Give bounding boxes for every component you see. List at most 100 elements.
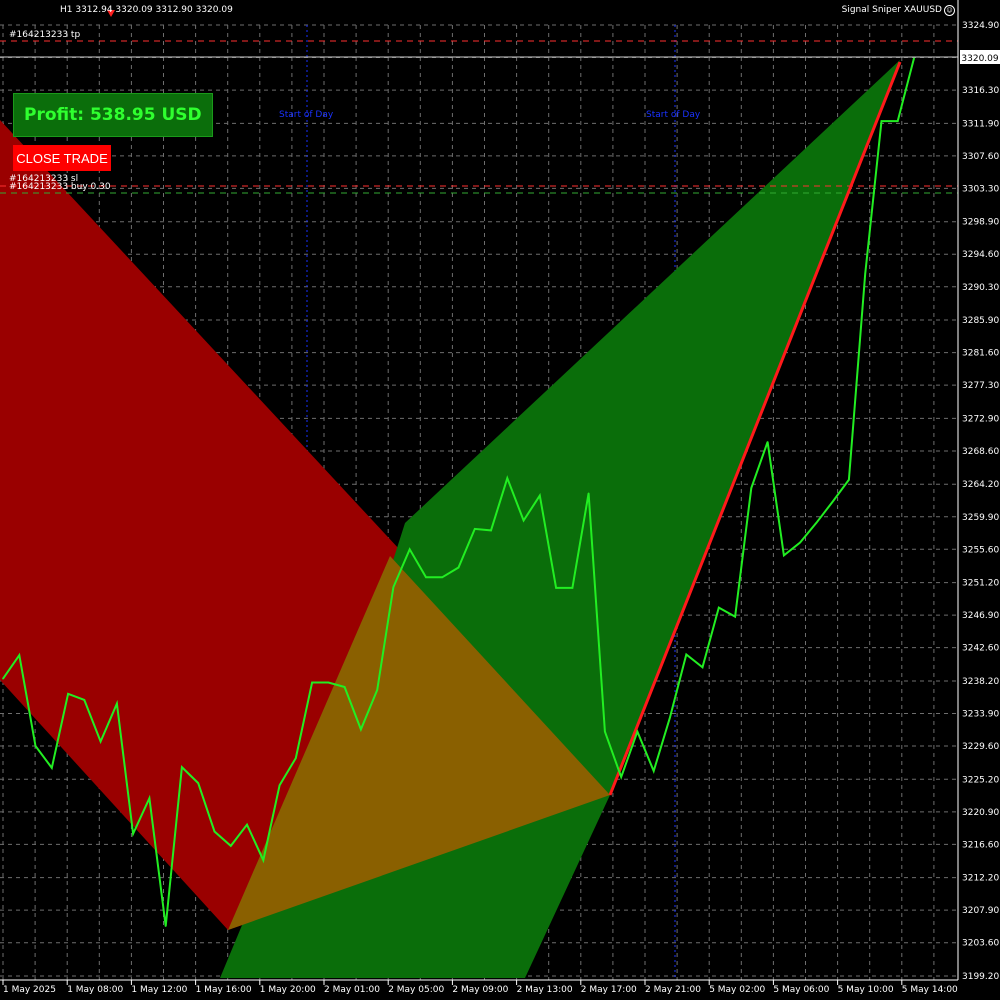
price-point bbox=[473, 528, 476, 530]
price-point bbox=[116, 702, 118, 705]
price-point bbox=[783, 554, 785, 557]
x-tick-label: 5 May 02:00 bbox=[709, 985, 765, 995]
y-tick-label: 3212.20 bbox=[962, 874, 999, 884]
y-tick-label: 3311.90 bbox=[962, 119, 999, 129]
price-point bbox=[441, 576, 444, 579]
price-point bbox=[750, 487, 753, 489]
y-tick-label: 3207.90 bbox=[962, 906, 999, 916]
start-of-day-label: Start of Day bbox=[279, 110, 334, 120]
y-tick-label: 3285.90 bbox=[962, 316, 999, 326]
x-tick-label: 1 May 08:00 bbox=[67, 985, 123, 995]
price-point bbox=[229, 845, 232, 847]
smiley-icon: ☺ bbox=[944, 5, 955, 16]
price-point bbox=[213, 830, 216, 833]
price-point bbox=[83, 699, 86, 701]
start-of-day-label: Start of Day bbox=[646, 110, 701, 120]
price-point bbox=[376, 689, 378, 691]
y-tick-label: 3216.60 bbox=[962, 840, 999, 850]
y-tick-label: 3298.90 bbox=[962, 218, 999, 228]
price-point bbox=[295, 757, 297, 759]
price-point bbox=[571, 587, 574, 589]
x-tick-label: 2 May 13:00 bbox=[517, 985, 573, 995]
x-tick-label: 5 May 06:00 bbox=[773, 985, 829, 995]
x-tick-label: 1 May 16:00 bbox=[196, 985, 252, 995]
price-point bbox=[848, 478, 850, 481]
y-tick-label: 3307.60 bbox=[962, 152, 999, 162]
symbol-info: H1 3312.94 3320.09 3312.90 3320.09 bbox=[60, 5, 233, 15]
price-point bbox=[392, 586, 395, 588]
price-point bbox=[636, 730, 639, 733]
price-point bbox=[67, 693, 69, 695]
close-trade-button[interactable]: CLOSE TRADE bbox=[13, 145, 111, 171]
x-tick-label: 1 May 12:00 bbox=[131, 985, 187, 995]
price-point bbox=[34, 745, 37, 747]
price-point bbox=[425, 576, 427, 579]
price-point bbox=[815, 522, 818, 524]
price-point bbox=[327, 681, 330, 684]
price-point bbox=[685, 653, 688, 656]
y-tick-label: 3324.90 bbox=[962, 21, 999, 31]
price-chart[interactable]: 3324.903320.603316.303311.903307.603303.… bbox=[0, 0, 1000, 1000]
tp-order-label: #164213233 tp bbox=[9, 30, 81, 40]
price-point bbox=[18, 654, 21, 657]
price-point bbox=[506, 477, 509, 479]
price-point bbox=[734, 615, 736, 618]
price-point bbox=[652, 770, 655, 772]
price-point bbox=[587, 492, 590, 495]
price-point bbox=[604, 730, 606, 733]
price-point bbox=[278, 784, 281, 787]
price-point bbox=[880, 120, 883, 122]
price-point bbox=[2, 677, 4, 680]
y-tick-label: 3220.90 bbox=[962, 808, 999, 818]
price-point bbox=[864, 273, 866, 275]
y-tick-label: 3203.60 bbox=[962, 939, 999, 949]
indicator-name: Signal Sniper XAUUSD bbox=[841, 5, 942, 15]
y-tick-label: 3272.90 bbox=[962, 414, 999, 424]
y-tick-label: 3199.20 bbox=[962, 972, 999, 982]
price-point bbox=[896, 120, 899, 122]
price-point bbox=[51, 767, 53, 769]
y-tick-label: 3290.30 bbox=[962, 283, 999, 293]
y-tick-label: 3281.60 bbox=[962, 349, 999, 359]
y-tick-label: 3303.30 bbox=[962, 184, 999, 194]
y-tick-label: 3264.20 bbox=[962, 480, 999, 490]
price-point bbox=[522, 519, 525, 522]
price-point bbox=[246, 823, 248, 826]
x-tick-label: 2 May 17:00 bbox=[581, 985, 637, 995]
x-tick-label: 1 May 2025 bbox=[3, 985, 56, 995]
price-point bbox=[181, 766, 183, 768]
y-tick-label: 3316.30 bbox=[962, 86, 999, 96]
price-point bbox=[457, 566, 460, 569]
price-point bbox=[408, 548, 411, 551]
y-tick-label: 3268.60 bbox=[962, 447, 999, 457]
y-tick-label: 3229.60 bbox=[962, 742, 999, 752]
price-point bbox=[717, 606, 720, 609]
y-tick-label: 3225.20 bbox=[962, 775, 999, 785]
x-tick-label: 5 May 14:00 bbox=[902, 985, 958, 995]
x-tick-label: 1 May 20:00 bbox=[260, 985, 316, 995]
price-point bbox=[197, 782, 200, 784]
x-tick-label: 2 May 21:00 bbox=[645, 985, 701, 995]
price-point bbox=[490, 529, 492, 532]
price-point bbox=[799, 541, 801, 544]
current-price-tag-text: 3320.09 bbox=[961, 54, 998, 64]
price-point bbox=[132, 832, 134, 835]
x-tick-label: 2 May 01:00 bbox=[324, 985, 380, 995]
y-tick-label: 3277.30 bbox=[962, 381, 999, 391]
y-tick-label: 3238.20 bbox=[962, 677, 999, 687]
y-tick-label: 3251.20 bbox=[962, 579, 999, 589]
profit-display: Profit: 538.95 USD bbox=[13, 93, 213, 137]
y-tick-label: 3246.90 bbox=[962, 611, 999, 621]
buy-order-label: #164213233 buy 0.30 bbox=[9, 182, 111, 192]
price-point bbox=[343, 686, 346, 688]
price-point bbox=[831, 500, 834, 503]
price-point bbox=[360, 728, 362, 731]
y-tick-label: 3259.90 bbox=[962, 513, 999, 523]
price-point bbox=[701, 666, 704, 669]
price-point bbox=[164, 925, 167, 927]
y-tick-label: 3255.60 bbox=[962, 545, 999, 555]
price-point bbox=[766, 441, 769, 443]
price-point bbox=[311, 681, 313, 684]
x-tick-label: 2 May 05:00 bbox=[388, 985, 444, 995]
price-point bbox=[262, 859, 265, 862]
